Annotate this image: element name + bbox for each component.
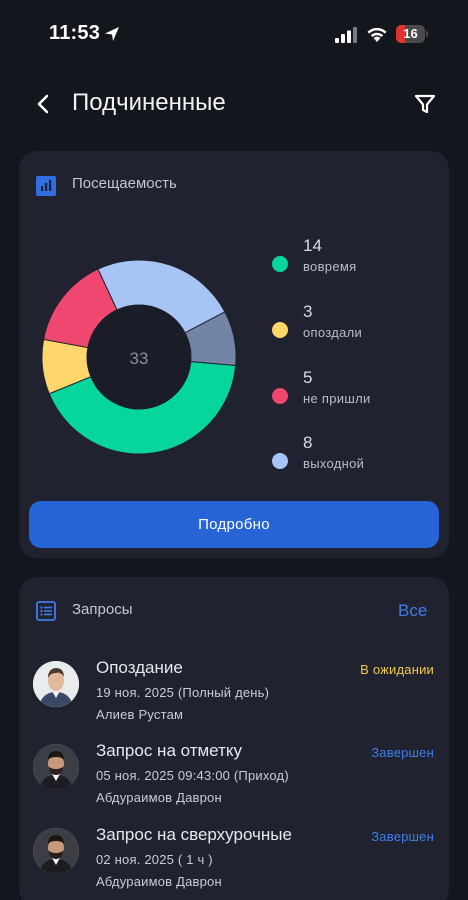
request-item[interactable]: Запрос на отметку 05 ноя. 2025 09:43:00 … <box>19 741 449 814</box>
legend-label: выходной <box>303 456 365 471</box>
request-date: 02 ноя. 2025 ( 1 ч ) <box>96 852 213 867</box>
list-icon <box>36 601 56 621</box>
status-badge: Завершен <box>371 829 434 844</box>
legend-dot <box>272 453 288 469</box>
details-button[interactable]: Подробно <box>29 501 439 548</box>
request-type: Запрос на отметку <box>96 741 242 760</box>
avatar <box>33 661 79 707</box>
request-date: 05 ноя. 2025 09:43:00 (Приход) <box>96 768 289 783</box>
wifi-icon <box>367 27 387 42</box>
page-title: Подчиненные <box>72 89 226 116</box>
see-all-link[interactable]: Все <box>398 601 427 621</box>
battery-level: 16 <box>403 26 418 41</box>
status-badge: В ожидании <box>360 662 434 677</box>
requests-title: Запросы <box>72 601 133 618</box>
request-type: Опоздание <box>96 658 183 677</box>
avatar <box>33 828 79 874</box>
legend-dot <box>272 322 288 338</box>
status-badge: Завершен <box>371 745 434 760</box>
status-bar: 11:53 16 <box>0 0 468 66</box>
attendance-donut-chart: 33 <box>41 259 237 455</box>
location-arrow-icon <box>105 27 119 41</box>
request-person: Алиев Рустам <box>96 707 184 722</box>
bar-chart-icon <box>36 176 56 196</box>
filter-icon[interactable] <box>413 92 437 116</box>
donut-total: 33 <box>130 349 149 368</box>
clock: 11:53 <box>49 22 101 44</box>
legend-label: опоздали <box>303 325 363 340</box>
request-item[interactable]: Опоздание 19 ноя. 2025 (Полный день) Али… <box>19 658 449 731</box>
request-date: 19 ноя. 2025 (Полный день) <box>96 685 270 700</box>
legend-count: 3 <box>303 302 313 321</box>
legend-count: 14 <box>303 236 322 255</box>
legend-label: вовремя <box>303 259 357 274</box>
avatar <box>33 744 79 790</box>
requests-card: Запросы Все Опоздание 19 ноя. 2025 (Полн… <box>19 577 449 900</box>
attendance-title: Посещаемость <box>72 175 177 192</box>
legend-dot <box>272 388 288 404</box>
request-person: Абдураимов Даврон <box>96 790 222 805</box>
battery-indicator: 16 <box>396 25 428 43</box>
legend-count: 8 <box>303 433 313 452</box>
cellular-signal-icon <box>335 27 357 43</box>
back-chevron-icon[interactable] <box>33 92 53 116</box>
request-type: Запрос на сверхурочные <box>96 825 292 844</box>
attendance-card: Посещаемость 33 14 вовремя 3 опоздали 5 … <box>19 151 449 558</box>
legend-count: 5 <box>303 368 313 387</box>
request-item[interactable]: Запрос на сверхурочные 02 ноя. 2025 ( 1 … <box>19 825 449 898</box>
legend-label: не пришли <box>303 391 371 406</box>
request-person: Абдураимов Даврон <box>96 874 222 889</box>
legend-dot <box>272 256 288 272</box>
